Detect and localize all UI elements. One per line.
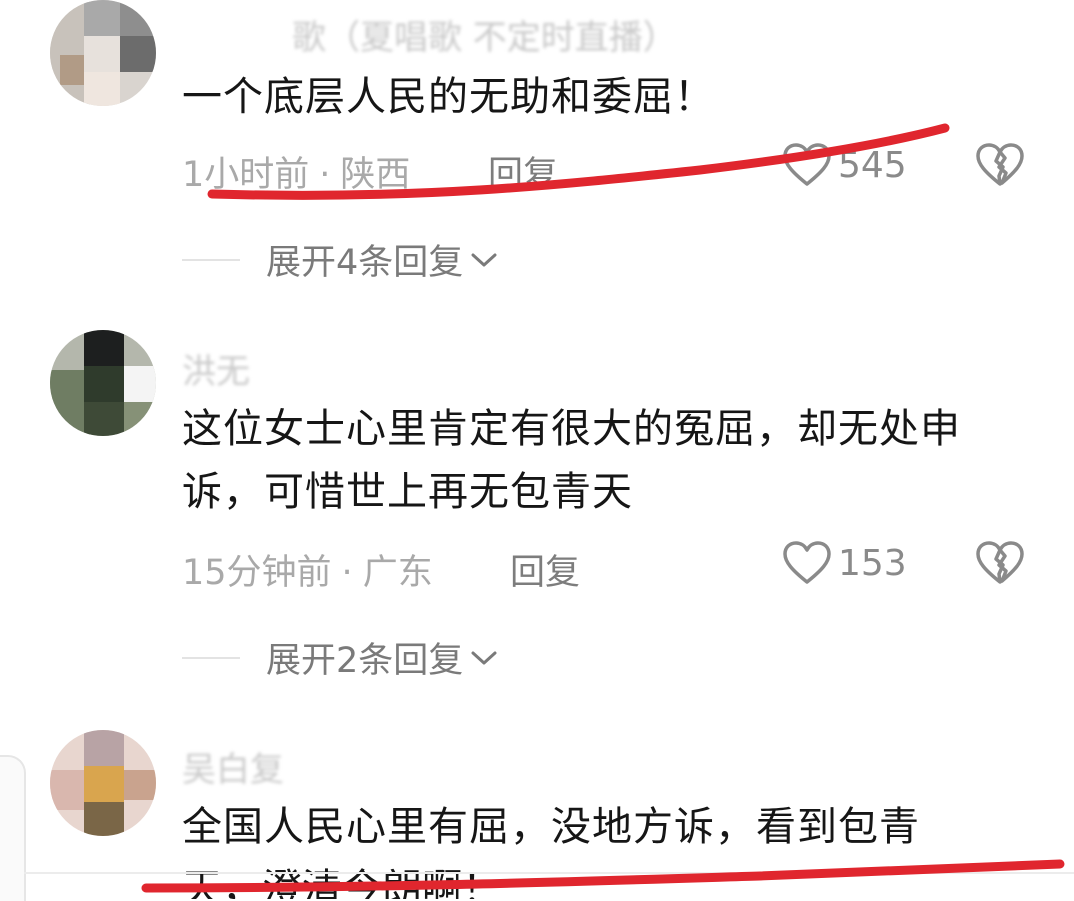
meta-separator: · [341,553,353,593]
avatar[interactable] [50,730,156,836]
divider-line [182,656,240,659]
like-button[interactable]: 545 [782,142,907,188]
comment-text: 这位女士心里肯定有很大的冤屈，却无处申诉，可惜世上再无包青天 [182,406,961,515]
broken-heart-icon [976,541,1024,584]
username[interactable]: 吴白复 [182,742,284,791]
divider-line [182,258,240,261]
reply-button[interactable]: 回复 [510,544,580,595]
chevron-down-icon [471,651,497,664]
meta-separator: · [319,155,331,195]
expand-replies-button[interactable]: 展开2条回复 [182,632,499,683]
avatar[interactable] [50,0,156,106]
expand-replies-label: 展开4条回复 [266,243,464,283]
comment-meta: 15分钟前 · 广东 [182,544,433,595]
like-count: 545 [838,144,907,186]
heart-outline-icon [783,541,831,584]
divider-line [24,872,1074,874]
comment-time: 15分钟前 [182,553,332,593]
expand-replies-label: 展开2条回复 [266,641,464,681]
like-count: 153 [838,542,907,584]
comment-location: 陕西 [340,155,411,195]
expand-replies-button[interactable]: 展开4条回复 [182,234,499,285]
avatar[interactable] [50,330,156,436]
comment-text: 一个底层人民的无助和委屈！ [182,74,715,120]
username[interactable]: 歌（夏唱歌 不定时直播） [292,10,677,59]
comment-time: 1小时前 [182,155,310,195]
heart-outline-icon [783,143,831,186]
comment-location: 广东 [362,553,433,593]
comment-text: 全国人民心里有屈，没地方诉，看到包青 [182,804,920,850]
dislike-button[interactable] [975,142,1025,192]
username[interactable]: 洪无 [182,344,250,393]
comment-meta: 1小时前 · 陕西 [182,146,410,197]
like-button[interactable]: 153 [782,540,907,586]
reply-button[interactable]: 回复 [488,146,558,197]
overlay-card-edge [0,755,26,901]
chevron-down-icon [471,253,497,266]
comment-text-continued: 天，澄清今朗啊！ [182,866,502,899]
dislike-button[interactable] [975,540,1025,590]
broken-heart-icon [976,143,1024,186]
